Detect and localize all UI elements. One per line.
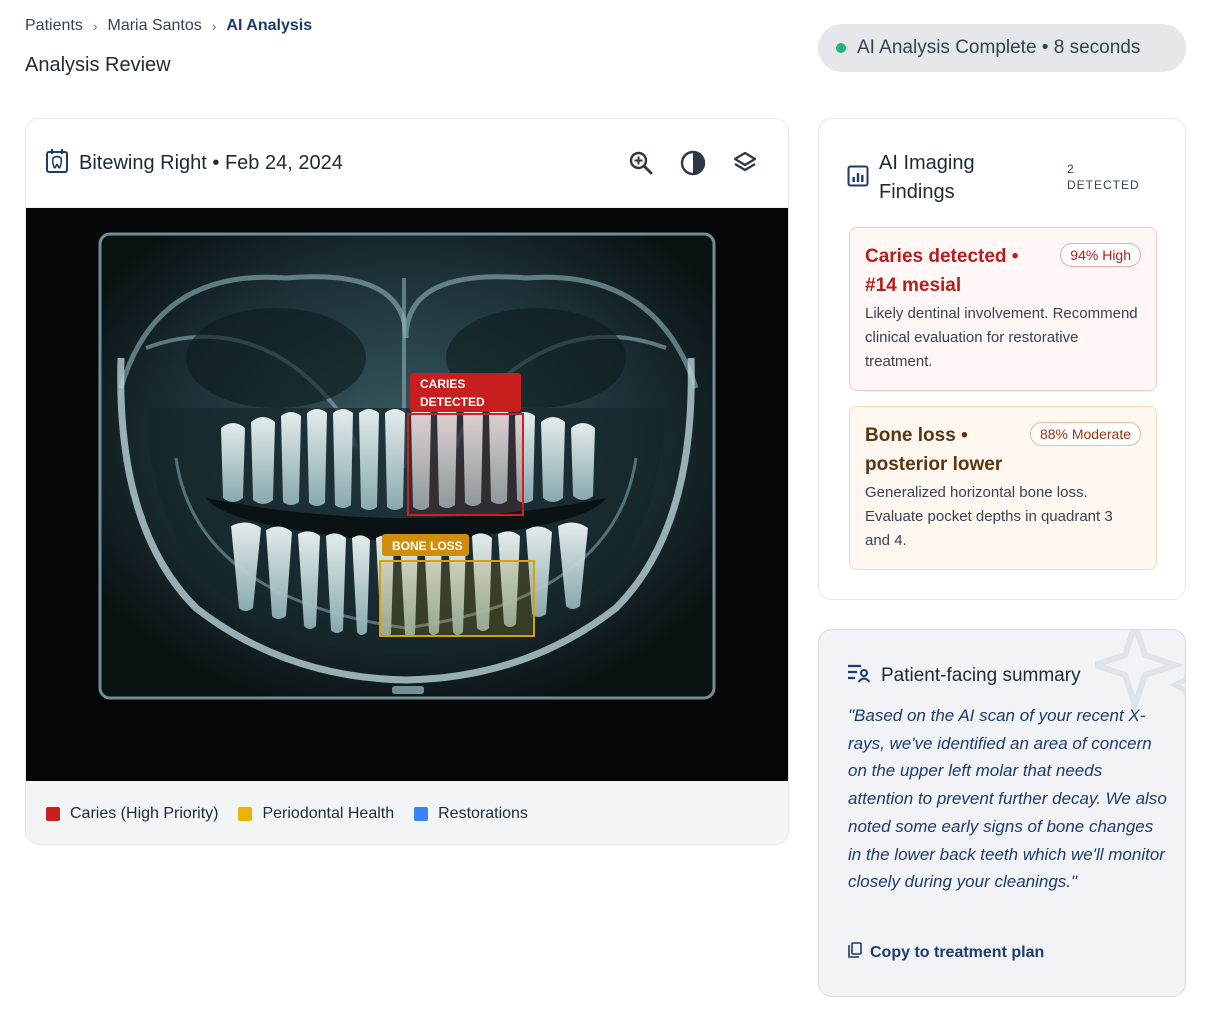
image-title: Bitewing Right • Feb 24, 2024 — [79, 151, 343, 174]
caries-label-line2: DETECTED — [420, 395, 485, 409]
xray-image[interactable]: CARIES DETECTED BONE LOSS — [26, 208, 788, 781]
copy-to-treatment-plan-button[interactable]: Copy to treatment plan — [848, 942, 1044, 963]
finding-title: Bone loss • posterior lower — [865, 425, 1003, 475]
xray-image-icon — [45, 148, 69, 179]
findings-title: AI Imaging Findings — [879, 152, 975, 203]
findings-card: AI Imaging Findings 2 DETECTED Caries de… — [818, 118, 1186, 600]
finding-description: Generalized horizontal bone loss. Evalua… — [865, 484, 1113, 549]
summary-header: Patient-facing summary — [847, 663, 1081, 689]
contrast-icon[interactable] — [676, 146, 710, 180]
finding-description: Likely dentinal involvement. Recommend c… — [865, 305, 1138, 370]
findings-count-label: DETECTED — [1067, 178, 1140, 192]
legend-swatch-restorations — [414, 806, 429, 821]
breadcrumb-patient-name[interactable]: Maria Santos — [107, 17, 201, 35]
legend-item-restorations: Restorations — [414, 805, 528, 823]
chart-icon — [847, 165, 869, 192]
finding-title: Caries detected • #14 mesial — [865, 246, 1019, 296]
legend-label: Caries (High Priority) — [70, 804, 219, 822]
confidence-badge: 88% Moderate — [1029, 422, 1141, 446]
confidence-badge: 94% High — [1060, 243, 1141, 267]
findings-count: 2 DETECTED — [1067, 161, 1140, 193]
breadcrumb: Patients › Maria Santos › AI Analysis — [25, 17, 312, 35]
legend-label: Restorations — [438, 804, 528, 822]
breadcrumb-separator: › — [211, 18, 217, 34]
bone-loss-label: BONE LOSS — [392, 539, 463, 553]
caries-label-line1: CARIES — [420, 377, 465, 391]
page-title: Analysis Review — [25, 54, 171, 76]
findings-count-number: 2 — [1067, 162, 1075, 176]
legend-swatch-caries — [46, 806, 60, 821]
breadcrumb-patients[interactable]: Patients — [25, 17, 83, 35]
legend-item-caries: Caries (High Priority) — [46, 805, 218, 823]
summary-text: "Based on the AI scan of your recent X-r… — [848, 706, 1167, 892]
layers-icon[interactable] — [728, 146, 762, 180]
bone-loss-bounding-box — [379, 560, 535, 637]
status-badge: AI Analysis Complete • 8 seconds — [818, 24, 1186, 72]
caries-bounding-box — [407, 413, 524, 516]
breadcrumb-current: AI Analysis — [226, 17, 313, 34]
legend-swatch-periodontal — [238, 806, 253, 821]
person-list-icon — [847, 663, 871, 689]
status-text: AI Analysis Complete • 8 seconds — [857, 37, 1141, 58]
legend-label: Periodontal Health — [262, 804, 395, 822]
copy-button-label: Copy to treatment plan — [870, 943, 1045, 961]
summary-title: Patient-facing summary — [881, 665, 1081, 686]
legend: Caries (High Priority) Periodontal Healt… — [26, 781, 788, 844]
xray-image-card: Bitewing Right • Feb 24, 2024 CARIES DET… — [25, 118, 789, 845]
zoom-in-icon[interactable] — [624, 146, 658, 180]
finding-caries[interactable]: Caries detected • #14 mesial 94% High Li… — [849, 227, 1157, 391]
breadcrumb-separator: › — [92, 18, 98, 34]
status-dot-icon — [836, 43, 846, 53]
image-toolbar — [624, 146, 762, 180]
finding-bone-loss[interactable]: Bone loss • posterior lower 88% Moderate… — [849, 406, 1157, 570]
findings-header: AI Imaging Findings — [847, 149, 1039, 207]
copy-icon — [848, 942, 862, 963]
legend-item-periodontal: Periodontal Health — [238, 805, 394, 823]
patient-summary-card: Patient-facing summary "Based on the AI … — [818, 629, 1186, 997]
